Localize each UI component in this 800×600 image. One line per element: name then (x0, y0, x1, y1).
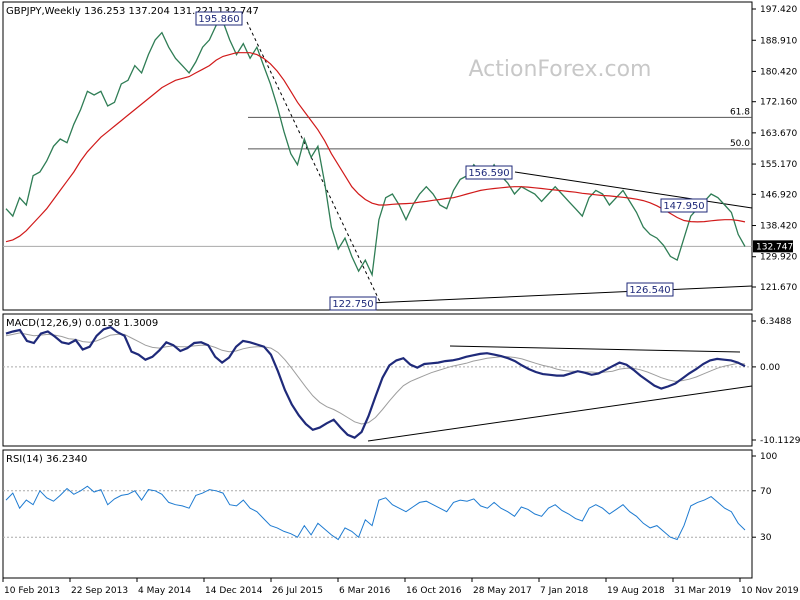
x-tick-label: 22 Sep 2013 (71, 586, 128, 596)
annotation-text: 126.540 (629, 285, 670, 296)
x-tick-label: 19 Aug 2018 (607, 586, 665, 596)
rsi-y-tick-label: 70 (760, 487, 772, 497)
annotation-195-860: 195.860 (195, 11, 243, 26)
x-tick-label: 6 Mar 2016 (339, 586, 391, 596)
x-tick-label: 10 Nov 2019 (741, 586, 799, 596)
price-y-tick-label: 163.670 (760, 129, 797, 139)
price-y-tick-label: 121.670 (760, 283, 797, 293)
annotation-147-950: 147.950 (660, 198, 708, 213)
x-tick-label: 4 May 2014 (138, 586, 191, 596)
annotation-text: 122.750 (332, 299, 373, 310)
gbpjpy-weekly-chart: ActionForex.com GBPJPY,Weekly 136.253 13… (0, 0, 800, 600)
rsi-y-tick-label: 30 (760, 533, 772, 543)
macd-panel-title: MACD(12,26,9) 0.0138 1.3009 (6, 318, 158, 329)
price-y-tick-label: 188.910 (760, 36, 797, 46)
annotation-156-590: 156.590 (465, 165, 513, 180)
price-y-tick-label: 146.920 (760, 190, 797, 200)
annotation-122-750: 122.750 (329, 296, 377, 311)
macd-y-tick-label: 6.3488 (760, 317, 792, 327)
macd-y-tick-label: -10.1129 (760, 436, 800, 446)
last-price-badge: 132.747 (753, 240, 793, 253)
fibonacci-61-8-label: 61.8 (730, 107, 750, 117)
price-y-tick-label: 138.420 (760, 222, 797, 232)
price-y-tick-label: 180.420 (760, 67, 797, 77)
price-y-tick-label: 155.170 (760, 160, 797, 170)
macd-y-tick-label: 0.00 (760, 363, 780, 373)
last-price-badge-text: 132.747 (756, 242, 793, 252)
x-tick-label: 14 Dec 2014 (205, 586, 263, 596)
rsi-panel-title: RSI(14) 36.2340 (6, 454, 87, 465)
x-tick-label: 7 Jan 2018 (540, 586, 588, 596)
x-tick-label: 31 Mar 2019 (674, 586, 731, 596)
x-tick-label: 26 Jul 2015 (272, 586, 323, 596)
annotation-text: 156.590 (468, 168, 509, 179)
annotation-text: 147.950 (663, 201, 704, 212)
price-y-tick-label: 172.160 (760, 98, 797, 108)
annotation-126-540: 126.540 (626, 282, 674, 297)
chart-background (0, 0, 800, 600)
x-tick-label: 10 Feb 2013 (4, 586, 60, 596)
rsi-y-tick-label: 100 (760, 452, 777, 462)
x-tick-label: 16 Oct 2016 (406, 586, 462, 596)
fibonacci-50-label: 50.0 (730, 139, 750, 149)
annotation-text: 195.860 (198, 14, 239, 25)
price-y-tick-label: 197.420 (760, 5, 797, 15)
watermark: ActionForex.com (469, 57, 652, 82)
x-tick-label: 28 May 2017 (473, 586, 532, 596)
price-y-tick-label: 129.920 (760, 253, 797, 263)
